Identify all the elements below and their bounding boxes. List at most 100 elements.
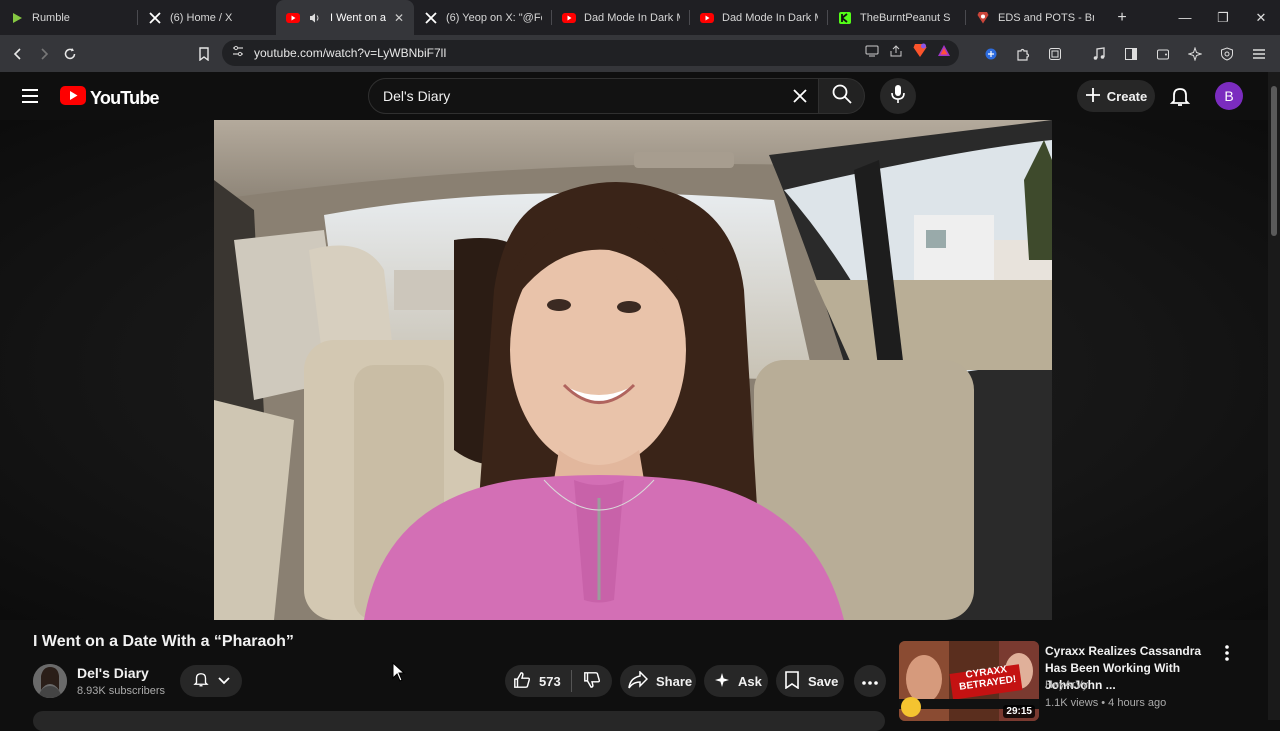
- browser-tab-bar: Rumble (6) Home / X I Went on a Da ✕ (6)…: [0, 0, 1280, 35]
- notifications-bell-icon[interactable]: [1168, 84, 1192, 108]
- browser-tab[interactable]: EDS and POTS - Brave: [966, 0, 1104, 35]
- like-button[interactable]: 573: [505, 671, 571, 692]
- tab-label: Rumble: [32, 11, 70, 24]
- youtube-icon: [700, 11, 714, 25]
- video-frame[interactable]: [214, 120, 1052, 620]
- puzzle-icon[interactable]: [1010, 41, 1036, 67]
- forward-icon[interactable]: [31, 41, 57, 67]
- hamburger-menu-icon[interactable]: [18, 84, 42, 108]
- url-text: youtube.com/watch?v=LyWBNbiF7lI: [254, 46, 447, 60]
- description-box[interactable]: [33, 711, 885, 731]
- leo-ai-icon[interactable]: [1182, 41, 1208, 67]
- create-button[interactable]: Create: [1077, 80, 1155, 112]
- page-scrollbar[interactable]: [1268, 72, 1280, 720]
- tab-label: TheBurntPeanut S: [860, 11, 951, 24]
- more-horizontal-icon: [862, 672, 878, 690]
- search-value: Del's Diary: [383, 88, 451, 104]
- search-input[interactable]: Del's Diary: [368, 78, 819, 114]
- sparkle-icon: [714, 672, 730, 691]
- save-button[interactable]: Save: [776, 665, 844, 697]
- rumble-icon: [10, 11, 24, 25]
- close-window-icon[interactable]: ✕: [1242, 0, 1280, 35]
- thumbs-down-icon: [583, 671, 601, 692]
- like-dislike-group: 573: [505, 665, 612, 697]
- bookmark-icon[interactable]: [191, 41, 217, 67]
- scrollbar-thumb[interactable]: [1271, 86, 1277, 236]
- clear-search-icon[interactable]: [790, 86, 810, 106]
- browser-tab[interactable]: Dad Mode In Dark M: [552, 0, 690, 35]
- kick-icon: [838, 11, 852, 25]
- video-duration: 29:15: [1003, 705, 1035, 718]
- recommended-video[interactable]: CYRAXX BETRAYED! 29:15 Cyraxx Realizes C…: [899, 641, 1239, 731]
- youtube-icon: [286, 11, 300, 25]
- browser-tab-active[interactable]: I Went on a Da ✕: [276, 0, 414, 35]
- bell-icon: [192, 670, 210, 693]
- site-info-icon[interactable]: [232, 44, 244, 62]
- back-icon[interactable]: [5, 41, 31, 67]
- window-controls: — ❐ ✕: [1166, 0, 1280, 35]
- dislike-button[interactable]: [572, 671, 612, 692]
- search-button[interactable]: [819, 78, 865, 114]
- share-arrow-icon: [628, 669, 649, 692]
- youtube-play-icon: [60, 86, 86, 110]
- ask-button[interactable]: Ask: [704, 665, 768, 697]
- video-title: I Went on a Date With a “Pharaoh”: [33, 633, 294, 650]
- subscribed-notifications-button[interactable]: [180, 665, 242, 697]
- brave-shields-icon[interactable]: [913, 43, 927, 63]
- voice-search-button[interactable]: [880, 78, 916, 114]
- brave-rewards-icon[interactable]: [937, 44, 951, 62]
- browser-tab[interactable]: Rumble: [0, 0, 138, 35]
- youtube-logo[interactable]: YouTube: [60, 86, 160, 110]
- account-avatar[interactable]: B: [1215, 82, 1243, 110]
- like-count: 573: [539, 673, 561, 689]
- channel-name[interactable]: Del's Diary: [77, 665, 149, 681]
- share-button[interactable]: Share: [620, 665, 696, 697]
- wallet-icon[interactable]: [1150, 41, 1176, 67]
- menu-icon[interactable]: [1246, 41, 1272, 67]
- recommended-channel[interactable]: HeyArVy: [1045, 679, 1088, 691]
- x-logo-icon: [148, 11, 162, 25]
- tab-close-icon[interactable]: ✕: [394, 11, 404, 25]
- reload-icon[interactable]: [57, 41, 83, 67]
- tab-label: I Went on a Da: [330, 11, 386, 24]
- tab-label: (6) Yeop on X: "@Fors: [446, 11, 542, 24]
- restore-icon[interactable]: ❐: [1204, 0, 1242, 35]
- youtube-icon: [562, 11, 576, 25]
- more-actions-button[interactable]: [854, 665, 886, 697]
- youtube-header: YouTube Del's Diary Create B: [0, 72, 1280, 120]
- recommended-thumbnail[interactable]: CYRAXX BETRAYED! 29:15: [899, 641, 1039, 721]
- chevron-down-icon: [218, 672, 230, 690]
- screenshot-icon[interactable]: [1042, 41, 1068, 67]
- x-logo-icon: [424, 11, 438, 25]
- cast-icon[interactable]: [865, 44, 879, 62]
- sidebar-icon[interactable]: [1118, 41, 1144, 67]
- plus-icon: [1085, 87, 1101, 106]
- browser-tab[interactable]: (6) Home / X: [138, 0, 276, 35]
- share-page-icon[interactable]: [889, 44, 903, 62]
- browser-tab[interactable]: Dad Mode In Dark M: [690, 0, 828, 35]
- thumbs-up-icon: [513, 671, 531, 692]
- tab-label: (6) Home / X: [170, 11, 233, 24]
- mouse-cursor-icon: [392, 661, 406, 682]
- speaker-icon[interactable]: [308, 11, 322, 25]
- brave-icon: [976, 11, 990, 25]
- tab-label: EDS and POTS - Brave: [998, 11, 1094, 24]
- tab-label: Dad Mode In Dark M: [584, 11, 680, 24]
- video-player[interactable]: [0, 120, 1268, 620]
- microphone-icon: [889, 84, 907, 109]
- address-bar[interactable]: youtube.com/watch?v=LyWBNbiF7lI: [222, 40, 959, 66]
- new-tab-button[interactable]: +: [1108, 4, 1136, 32]
- more-vertical-icon[interactable]: [1217, 643, 1237, 663]
- vpn-icon[interactable]: [1214, 41, 1240, 67]
- music-icon[interactable]: [1086, 41, 1112, 67]
- minimize-icon[interactable]: —: [1166, 0, 1204, 35]
- bookmark-save-icon: [784, 670, 800, 692]
- tab-label: Dad Mode In Dark M: [722, 11, 818, 24]
- browser-tab[interactable]: (6) Yeop on X: "@Fors: [414, 0, 552, 35]
- extension-icon[interactable]: [978, 41, 1004, 67]
- recommended-meta: 1.1K views • 4 hours ago: [1045, 697, 1167, 709]
- extensions-row: [978, 35, 1272, 72]
- channel-avatar[interactable]: [33, 664, 67, 698]
- browser-tab[interactable]: TheBurntPeanut S: [828, 0, 966, 35]
- search-icon: [831, 83, 853, 110]
